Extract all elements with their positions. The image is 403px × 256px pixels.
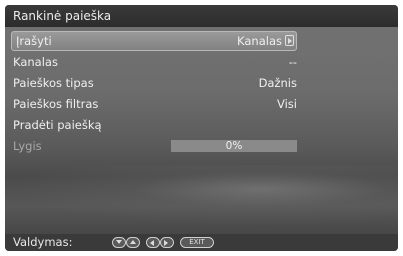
menu-item-label: Kanalas [13,55,58,69]
right-arrow-icon [285,35,294,46]
menu-item-paieskos-tipas[interactable]: Paieškos tipas Dažnis [11,73,297,93]
menu-item-value: Dažnis [258,76,297,90]
menu-item-pradeti-paieska[interactable]: Pradėti paiešką [11,115,297,135]
menu-item-kanalas[interactable]: Kanalas -- [11,52,297,72]
menu-item-label: Paieškos tipas [13,76,94,90]
menu-item-lygis: Lygis 0% [11,136,297,156]
left-arrow-icon[interactable] [146,237,160,248]
level-bar: 0% [171,140,297,152]
exit-button[interactable]: EXIT [180,237,214,248]
right-arrow-icon[interactable] [160,237,174,248]
window-title: Rankinė paieška [5,5,398,27]
background-wave [5,165,398,225]
menu-item-label: Paieškos filtras [13,97,99,111]
down-arrow-icon[interactable] [112,237,126,248]
level-percent: 0% [225,140,243,152]
menu-item-irasyti[interactable]: Įrašyti Kanalas [11,31,297,51]
menu-item-paieskos-filtras[interactable]: Paieškos filtras Visi [11,94,297,114]
up-arrow-icon[interactable] [126,237,140,248]
footer-bar: Valdymas: EXIT [5,234,398,251]
menu-panel: Rankinė paieška Įrašyti Kanalas Kanalas … [5,5,398,234]
menu-item-value: Visi [277,97,297,111]
screen: Rankinė paieška Įrašyti Kanalas Kanalas … [5,5,398,251]
menu-item-label: Įrašyti [16,34,52,48]
footer-label: Valdymas: [13,235,73,249]
menu-item-label: Pradėti paiešką [13,118,102,132]
menu-item-value: -- [288,55,297,69]
menu-item-value: Kanalas [237,34,282,48]
menu-item-label: Lygis [13,139,42,153]
